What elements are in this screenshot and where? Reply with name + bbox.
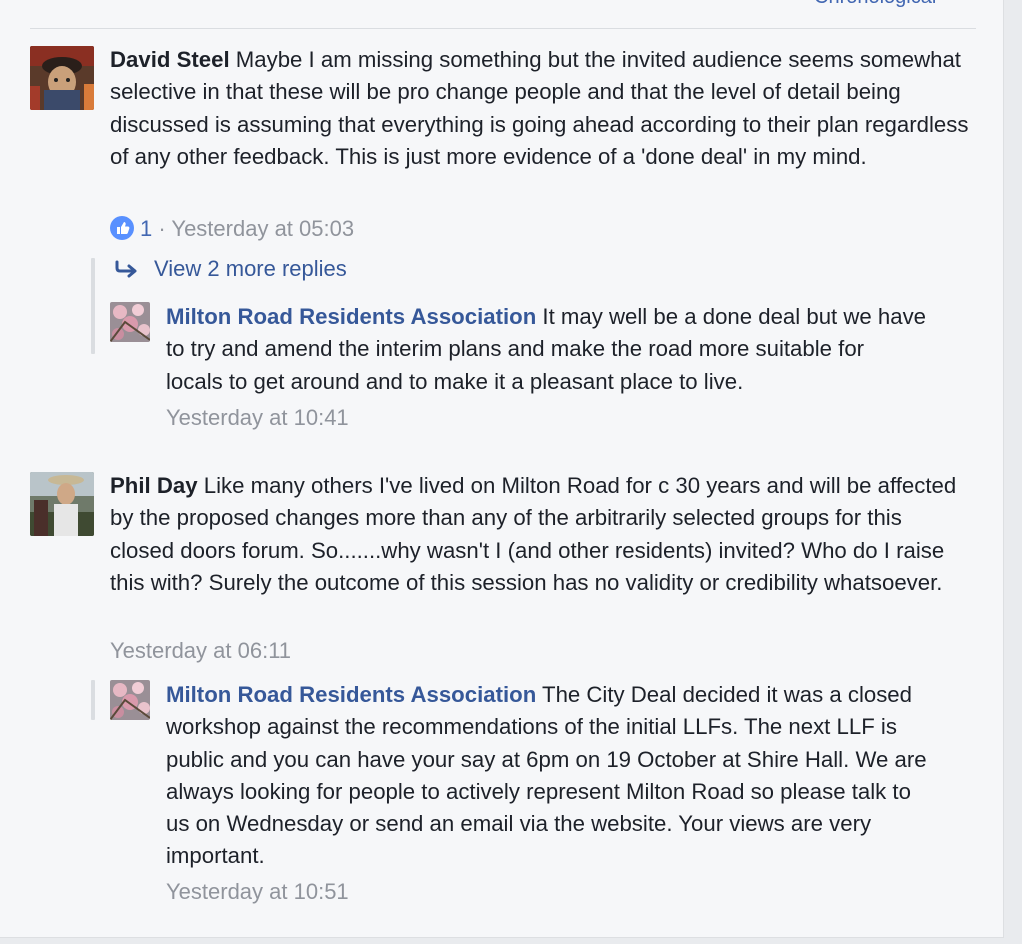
comment-author[interactable]: Phil Day [110,473,198,498]
view-more-replies-link[interactable]: View 2 more replies [114,255,347,283]
avatar-milton-road-residents-association[interactable] [110,680,150,720]
meta-separator: · [158,216,166,241]
view-more-replies-label: View 2 more replies [154,256,347,281]
reply-body: The City Deal decided it was a closed wo… [166,682,927,869]
comment-text: Phil Day Like many others I've lived on … [110,470,970,599]
reply-thread-line [91,258,95,354]
comment-order-link[interactable]: Chronological [814,0,936,9]
comment-meta: 1 · Yesterday at 05:03 [110,215,354,243]
divider [30,28,976,29]
comment-body: Like many others I've lived on Milton Ro… [110,473,957,595]
avatar-phil-day[interactable] [30,472,94,536]
comment-body: Maybe I am missing something but the inv… [110,47,969,169]
like-count[interactable]: 1 [140,216,152,241]
like-icon[interactable] [110,216,134,240]
comments-panel: Chronological David Steel Maybe I am mis… [0,0,1004,938]
reply-thread-line [91,680,95,720]
reply-author[interactable]: Milton Road Residents Association [166,682,536,707]
reply-author[interactable]: Milton Road Residents Association [166,304,536,329]
reply-text: Milton Road Residents Association It may… [166,301,926,398]
comment-timestamp[interactable]: Yesterday at 05:03 [171,216,354,241]
comment-text: David Steel Maybe I am missing something… [110,44,970,173]
reply-text: Milton Road Residents Association The Ci… [166,679,936,873]
reply-timestamp[interactable]: Yesterday at 10:41 [166,404,349,432]
reply-timestamp[interactable]: Yesterday at 10:51 [166,878,349,906]
avatar-milton-road-residents-association[interactable] [110,302,150,342]
comment-author[interactable]: David Steel [110,47,230,72]
avatar-david-steel[interactable] [30,46,94,110]
reply-arrow-icon [115,260,137,278]
comment-timestamp[interactable]: Yesterday at 06:11 [110,637,291,665]
